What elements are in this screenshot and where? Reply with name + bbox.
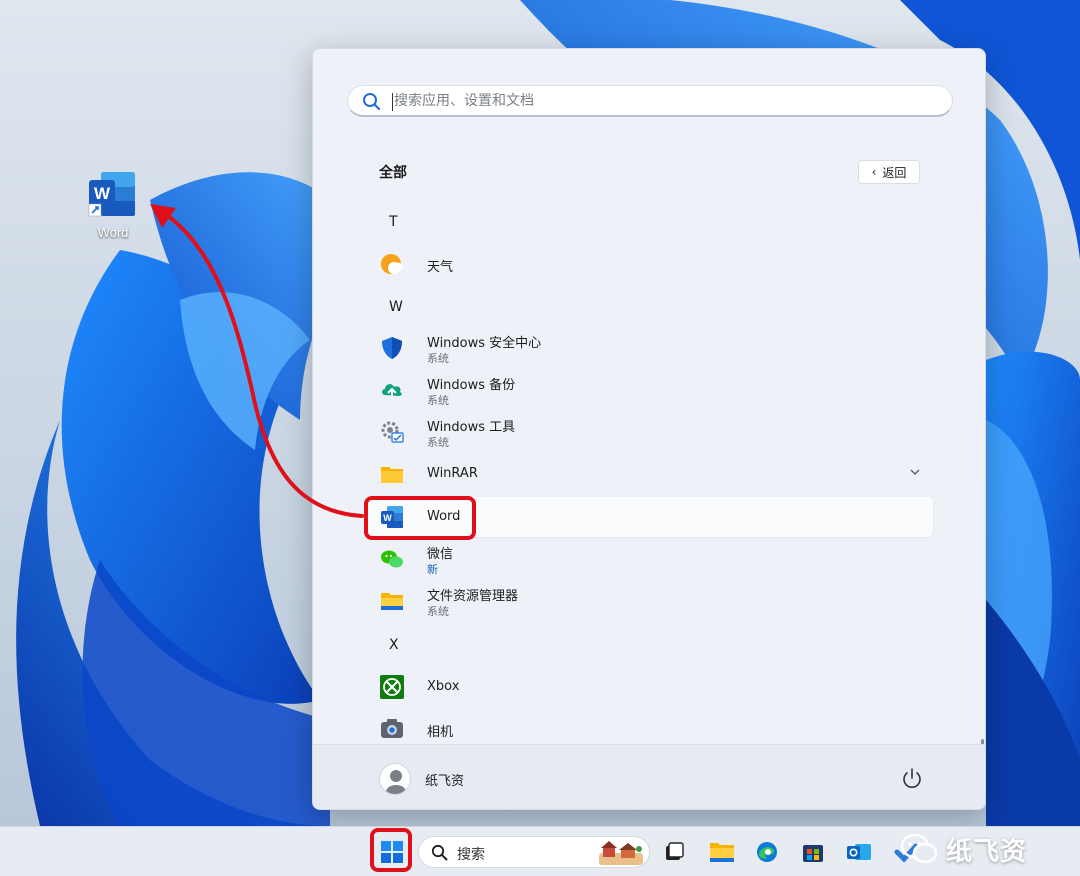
watermark: 纸飞资 [900, 829, 1027, 869]
watermark-text: 纸飞资 [946, 836, 1028, 867]
wechat-logo [900, 833, 938, 864]
red-arrow-annotation [150, 204, 364, 518]
